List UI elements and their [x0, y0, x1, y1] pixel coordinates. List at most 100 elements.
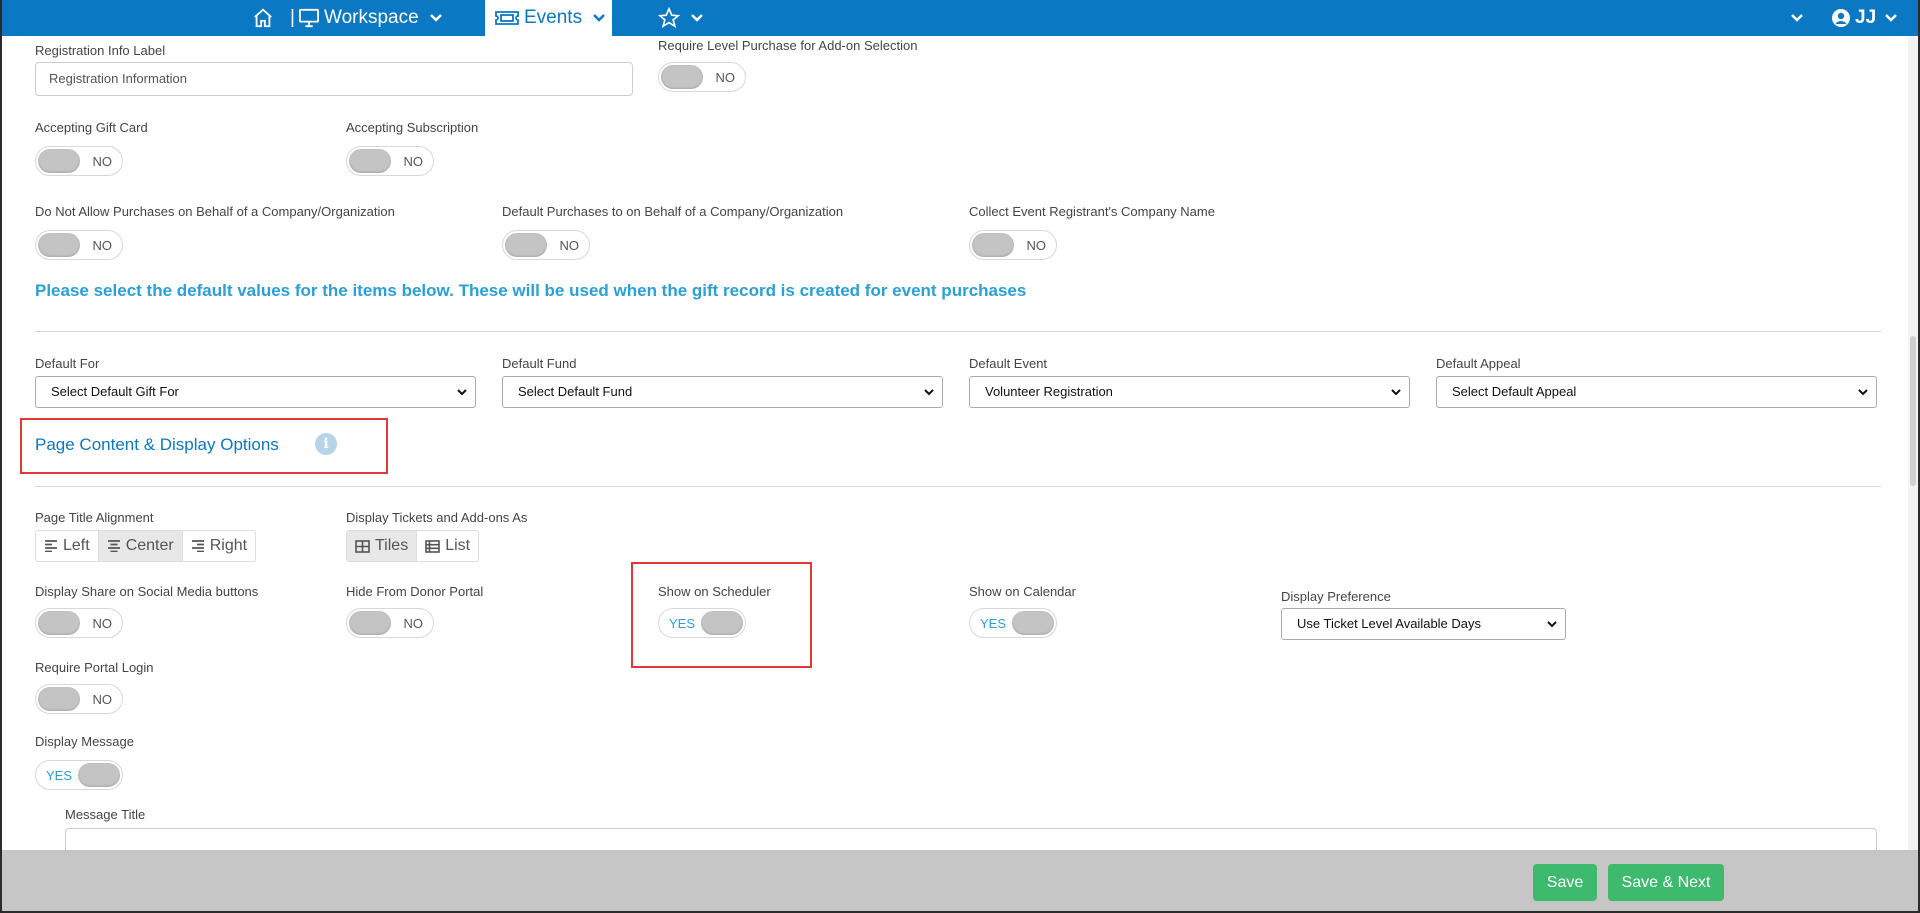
- toggle-state: NO: [559, 238, 580, 253]
- chevron-down-icon: [1885, 14, 1898, 22]
- chevron-down-icon: [1391, 389, 1401, 396]
- collect-company-toggle[interactable]: NO: [969, 230, 1057, 260]
- display-tickets-label: Display Tickets and Add-ons As: [346, 510, 528, 525]
- list-icon: [425, 539, 440, 553]
- save-next-button[interactable]: Save & Next: [1608, 864, 1724, 901]
- toggle-knob: [38, 233, 80, 257]
- hide-portal-toggle[interactable]: NO: [346, 608, 434, 638]
- accepting-subscription-toggle[interactable]: NO: [346, 146, 434, 176]
- scrollbar[interactable]: [1908, 36, 1918, 850]
- registration-info-input[interactable]: Registration Information: [35, 62, 633, 96]
- select-value: Use Ticket Level Available Days: [1297, 616, 1482, 631]
- user-menu[interactable]: JJ: [1831, 0, 1898, 36]
- monitor-icon: [299, 8, 319, 28]
- app-frame: | Workspace Events JJ Registration Info …: [2, 0, 1918, 911]
- chevron-down-icon: [924, 389, 934, 396]
- align-right-button[interactable]: Right: [181, 531, 255, 561]
- align-center-label: Center: [125, 537, 174, 554]
- workspace-menu[interactable]: Workspace: [298, 0, 443, 36]
- registration-info-label: Registration Info Label: [35, 43, 166, 58]
- top-navigation-bar: | Workspace Events JJ: [2, 0, 1918, 36]
- list-label: List: [445, 537, 471, 554]
- alignment-button-group: Left Center Right: [35, 530, 257, 562]
- no-behalf-label: Do Not Allow Purchases on Behalf of a Co…: [35, 204, 395, 219]
- toggle-state: NO: [92, 692, 113, 707]
- toggle-knob: [349, 611, 391, 635]
- save-button[interactable]: Save: [1533, 864, 1597, 901]
- defaults-heading: Please select the default values for the…: [35, 281, 1027, 300]
- list-button[interactable]: List: [416, 531, 478, 561]
- hide-portal-label: Hide From Donor Portal: [346, 584, 484, 599]
- expand-menu-button[interactable]: [1790, 0, 1804, 36]
- scrollbar-thumb[interactable]: [1910, 336, 1916, 486]
- default-fund-label: Default Fund: [502, 356, 577, 371]
- align-right-icon: [191, 540, 204, 552]
- accepting-gift-card-label: Accepting Gift Card: [35, 120, 148, 135]
- align-right-label: Right: [209, 537, 248, 554]
- toggle-knob: [505, 233, 547, 257]
- align-center-button[interactable]: Center: [97, 531, 182, 561]
- display-preference-select[interactable]: Use Ticket Level Available Days: [1281, 608, 1566, 640]
- default-for-select[interactable]: Select Default Gift For: [35, 376, 476, 408]
- toggle-knob: [661, 65, 703, 89]
- toggle-state: NO: [1026, 238, 1047, 253]
- align-center-icon: [107, 540, 120, 552]
- footer-bar: Save Save & Next: [2, 850, 1918, 911]
- share-social-toggle[interactable]: NO: [35, 608, 123, 638]
- highlight-box-section: [20, 418, 388, 474]
- toggle-state: YES: [46, 768, 73, 783]
- toggle-state: NO: [92, 238, 113, 253]
- workspace-label: Workspace: [324, 7, 419, 28]
- tiles-button[interactable]: Tiles: [347, 531, 417, 561]
- default-fund-select[interactable]: Select Default Fund: [502, 376, 943, 408]
- chevron-down-icon: [1547, 621, 1557, 628]
- star-icon: [658, 7, 680, 29]
- chevron-down-icon: [1858, 389, 1868, 396]
- tiles-label: Tiles: [375, 537, 409, 554]
- divider: [35, 331, 1881, 332]
- select-value: Volunteer Registration: [985, 384, 1113, 399]
- user-initials: JJ: [1855, 7, 1877, 28]
- collect-company-label: Collect Event Registrant's Company Name: [969, 204, 1215, 219]
- highlight-box-scheduler: [631, 562, 812, 668]
- message-title-label: Message Title: [65, 807, 146, 822]
- share-social-label: Display Share on Social Media buttons: [35, 584, 259, 599]
- align-left-icon: [45, 540, 57, 552]
- select-value: Select Default Fund: [518, 384, 633, 399]
- chevron-down-icon: [593, 14, 605, 22]
- toggle-knob: [1012, 611, 1054, 635]
- require-level-purchase-toggle[interactable]: NO: [658, 62, 746, 92]
- accepting-subscription-label: Accepting Subscription: [346, 120, 479, 135]
- default-appeal-label: Default Appeal: [1436, 356, 1521, 371]
- page-title-alignment-label: Page Title Alignment: [35, 510, 154, 525]
- display-message-label: Display Message: [35, 734, 134, 749]
- require-portal-login-toggle[interactable]: NO: [35, 684, 123, 714]
- events-tab[interactable]: Events: [485, 0, 612, 36]
- chevron-down-icon: [691, 14, 703, 22]
- message-title-input[interactable]: [65, 828, 1877, 850]
- show-calendar-toggle[interactable]: YES: [969, 608, 1057, 638]
- display-message-toggle[interactable]: YES: [35, 760, 123, 790]
- toggle-knob: [38, 611, 80, 635]
- align-left-button[interactable]: Left: [36, 531, 98, 561]
- chevron-down-icon: [457, 389, 467, 396]
- default-behalf-label: Default Purchases to on Behalf of a Comp…: [502, 204, 844, 219]
- default-appeal-select[interactable]: Select Default Appeal: [1436, 376, 1877, 408]
- home-button[interactable]: [252, 0, 274, 36]
- accepting-gift-card-toggle[interactable]: NO: [35, 146, 123, 176]
- display-preference-label: Display Preference: [1281, 589, 1391, 604]
- toggle-knob: [38, 149, 80, 173]
- require-level-purchase-label: Require Level Purchase for Add-on Select…: [658, 38, 918, 53]
- divider: [35, 486, 1881, 487]
- chevron-down-icon: [1791, 14, 1803, 22]
- no-behalf-toggle[interactable]: NO: [35, 230, 123, 260]
- default-event-select[interactable]: Volunteer Registration: [969, 376, 1410, 408]
- toggle-state: NO: [715, 70, 736, 85]
- toggle-state: NO: [403, 154, 424, 169]
- toggle-knob: [349, 149, 391, 173]
- default-behalf-toggle[interactable]: NO: [502, 230, 590, 260]
- toggle-knob: [78, 763, 120, 787]
- favorites-menu[interactable]: [658, 0, 704, 36]
- show-calendar-label: Show on Calendar: [969, 584, 1076, 599]
- grid-icon: [355, 539, 370, 553]
